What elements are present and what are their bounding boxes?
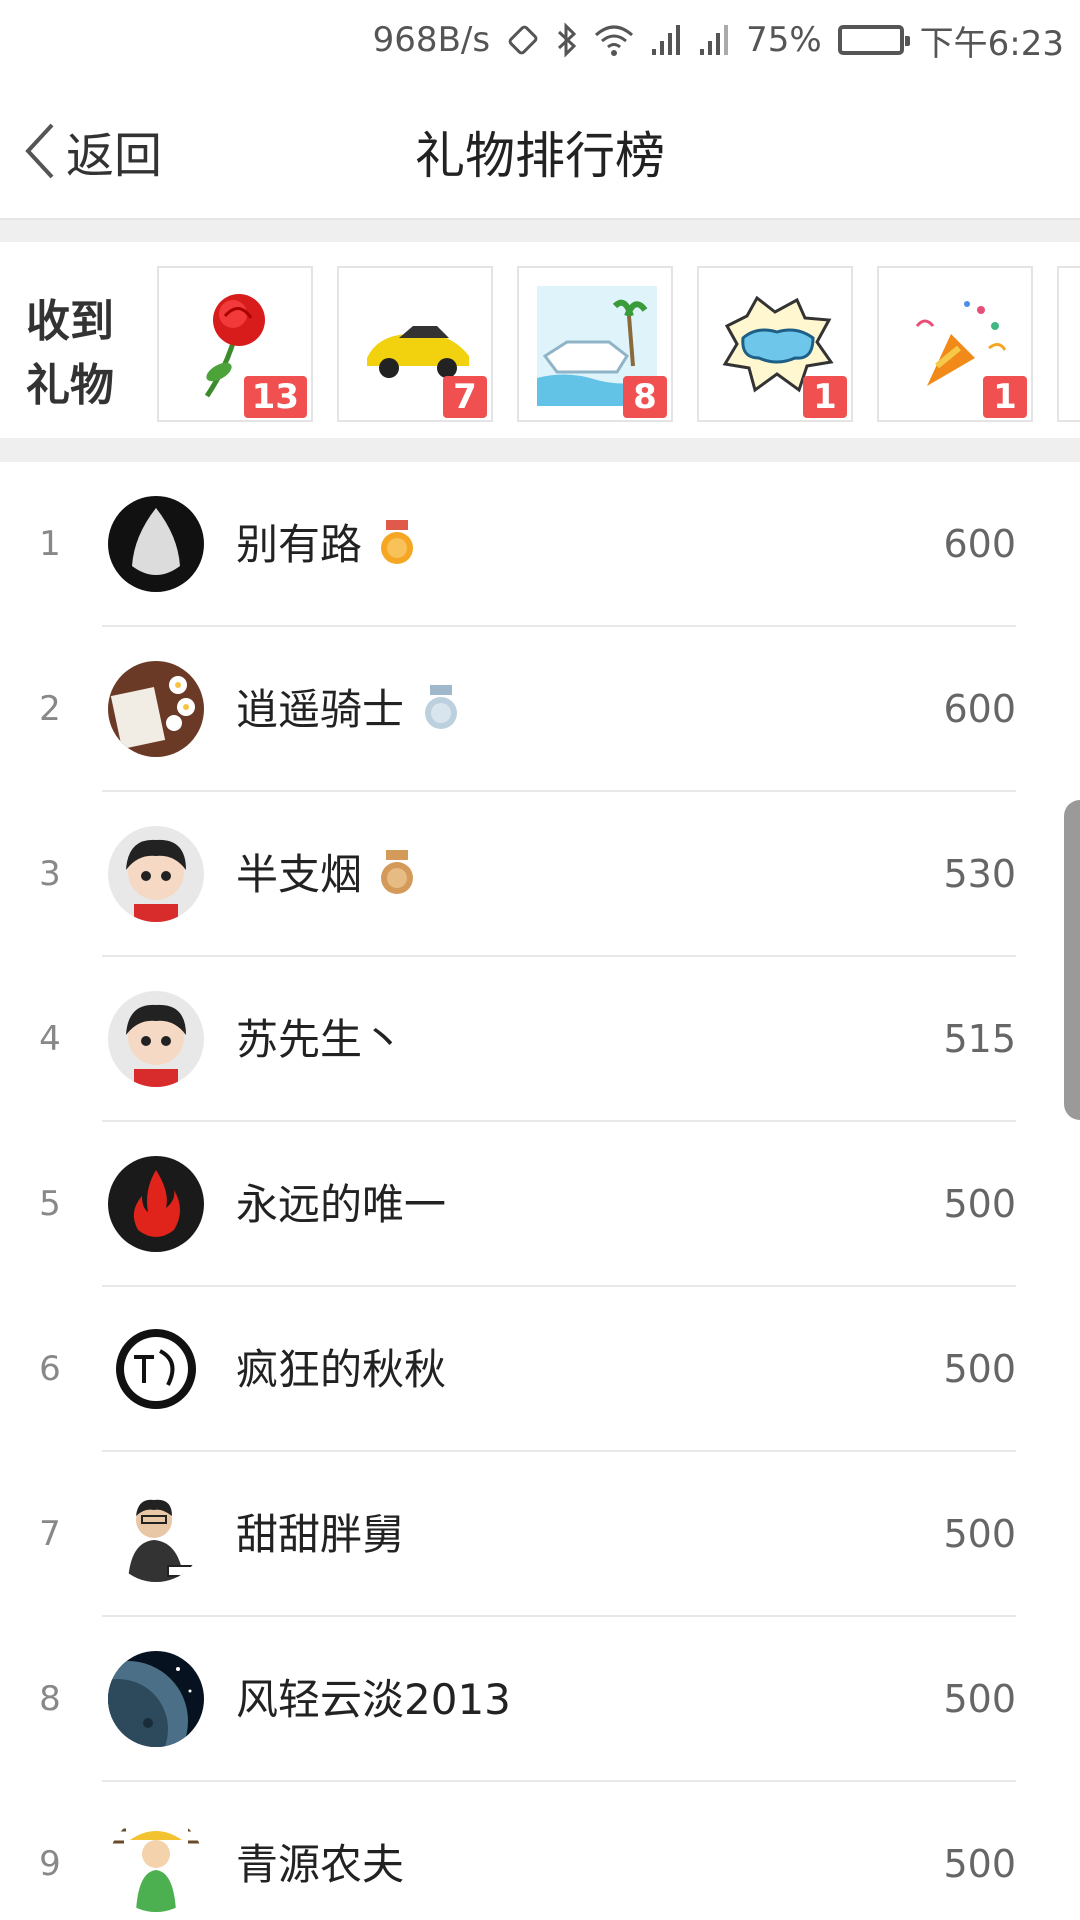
gift-count-badge: 8 [623,376,667,418]
gift-score: 500 [943,1677,1016,1721]
gift-score: 500 [943,1347,1016,1391]
gift-score: 600 [943,687,1016,731]
gift-score: 500 [943,1512,1016,1556]
gift-score: 600 [943,522,1016,566]
gift-count-badge: 1 [803,376,847,418]
section-divider [0,438,1080,462]
avatar[interactable] [108,826,204,922]
user-name: 甜甜胖舅 [236,1510,405,1559]
user-name: 风轻云淡2013 [236,1675,511,1724]
user-name: 苏先生丶 [236,1015,405,1064]
avatar[interactable] [108,1816,204,1912]
network-speed: 968B/s [372,20,491,60]
ranking-row[interactable]: 6 疯狂的秋秋 500 [0,1287,1080,1452]
user-name: 疯狂的秋秋 [236,1345,447,1394]
rank-number: 6 [39,1349,61,1389]
received-gifts-strip[interactable]: 收到 礼物 13 7 8 1 1 [0,242,1080,438]
rank-number: 4 [39,1019,61,1059]
gift-count-badge: 13 [243,376,307,418]
gift-count-badge: 7 [443,376,487,418]
gift-score: 530 [943,852,1016,896]
rank-number: 7 [39,1514,61,1554]
gift-score: 500 [943,1842,1016,1886]
ranking-row[interactable]: 3 半支烟 530 [0,792,1080,957]
rank-number: 8 [39,1679,61,1719]
clock: 下午6:23 [919,23,1064,64]
ranking-row[interactable]: 1 别有路 600 [0,462,1080,627]
silver-medal-icon [425,685,457,729]
nav-bar: 返回 礼物排行榜 [0,80,1080,220]
status-bar: 968B/s 75% 下午6:23 [0,0,1080,80]
gift-item[interactable]: 8 [517,266,673,422]
rank-number: 9 [39,1844,61,1884]
ranking-row[interactable]: 7 甜甜胖舅 500 [0,1452,1080,1617]
user-name: 半支烟 [236,850,363,899]
ranking-row[interactable]: 5 永远的唯一 500 [0,1122,1080,1287]
gift-item[interactable]: 1 [697,266,853,422]
gift-score: 500 [943,1182,1016,1226]
avatar[interactable] [108,1321,204,1417]
wifi-icon [594,23,634,57]
avatar[interactable] [108,496,204,592]
gold-medal-icon [381,520,413,564]
page-title: 礼物排行榜 [415,127,665,185]
bluetooth-icon [556,22,578,58]
ranking-row[interactable]: 8 风轻云淡2013 500 [0,1617,1080,1782]
bronze-medal-icon [381,850,413,894]
rotate-icon [506,23,540,57]
gift-item-partial[interactable] [1057,266,1080,422]
avatar[interactable] [108,991,204,1087]
gift-score: 515 [943,1017,1016,1061]
signal-icon [698,23,730,57]
rank-number: 1 [39,524,61,564]
user-name: 逍遥骑士 [236,685,405,734]
rank-number: 2 [39,689,61,729]
received-gifts-label: 收到 礼物 [26,296,114,411]
scrollbar-thumb[interactable] [1064,800,1080,1120]
user-name: 永远的唯一 [236,1180,447,1229]
gift-count-badge: 1 [983,376,1027,418]
gift-item[interactable]: 7 [337,266,493,422]
ranking-row[interactable]: 4 苏先生丶 515 [0,957,1080,1122]
battery-percent: 75% [746,20,822,60]
avatar[interactable] [108,1486,204,1582]
signal-icon [650,23,682,57]
avatar[interactable] [108,1156,204,1252]
user-name: 别有路 [236,520,363,569]
section-divider [0,220,1080,242]
ranking-row[interactable]: 2 逍遥骑士 600 [0,627,1080,792]
avatar[interactable] [108,1651,204,1747]
user-name: 青源农夫 [236,1840,405,1889]
rank-number: 5 [39,1184,61,1224]
battery-icon [837,25,910,55]
avatar[interactable] [108,661,204,757]
gift-item[interactable]: 13 [157,266,313,422]
gift-item[interactable]: 1 [877,266,1033,422]
ranking-row[interactable]: 9 青源农夫 500 [0,1782,1080,1920]
rank-number: 3 [39,854,61,894]
